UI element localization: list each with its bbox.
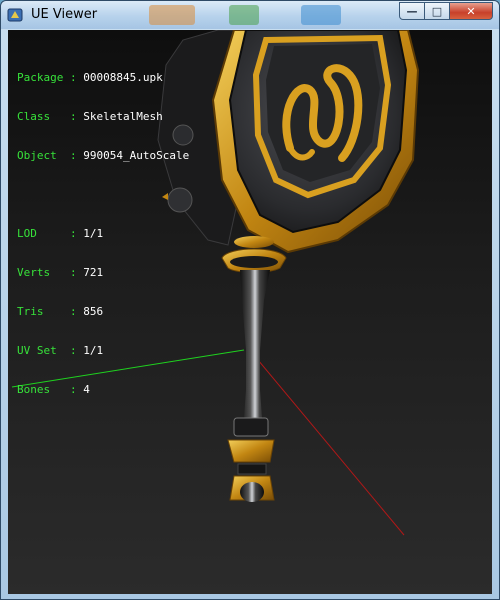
- minimize-button[interactable]: —: [399, 2, 425, 20]
- info-row-object: Object : 990054_AutoScale: [17, 149, 189, 162]
- info-label: Object: [17, 149, 64, 162]
- info-row-tris: Tris : 856: [17, 305, 189, 318]
- hammer-shaft: [240, 270, 270, 418]
- minimize-icon: —: [406, 4, 418, 18]
- info-separator: :: [63, 110, 84, 123]
- info-row-lod: LOD : 1/1: [17, 227, 189, 240]
- info-label: LOD: [17, 227, 64, 240]
- title-bar[interactable]: UE Viewer — □ ✕: [1, 1, 499, 29]
- info-row-verts: Verts : 721: [17, 266, 189, 279]
- hammer-head: [157, 30, 420, 254]
- maximize-button[interactable]: □: [425, 2, 450, 20]
- info-value: 990054_AutoScale: [83, 149, 190, 162]
- info-label: Class: [17, 110, 64, 123]
- info-separator: :: [63, 266, 84, 279]
- info-separator: :: [63, 227, 84, 240]
- info-row-package: Package : 00008845.upk: [17, 71, 189, 84]
- info-value: 721: [83, 266, 104, 279]
- info-label: UV Set: [17, 344, 64, 357]
- info-value: 856: [83, 305, 104, 318]
- info-separator: :: [63, 344, 84, 357]
- info-value: 00008845.upk: [83, 71, 163, 84]
- maximize-icon: □: [431, 4, 443, 18]
- hammer-pommel: [227, 417, 275, 502]
- info-separator: :: [63, 383, 84, 396]
- close-button[interactable]: ✕: [450, 2, 493, 20]
- info-row-bones: Bones : 4: [17, 383, 189, 396]
- blurred-background-icon: [301, 5, 341, 25]
- app-icon: [7, 8, 23, 22]
- info-separator: :: [63, 71, 84, 84]
- info-value: 1/1: [83, 344, 104, 357]
- mesh-info-overlay: Package : 00008845.upk Class : SkeletalM…: [17, 45, 189, 422]
- blurred-background-icon: [229, 5, 259, 25]
- blurred-background-icon: [149, 5, 195, 25]
- window-title: UE Viewer: [31, 7, 98, 22]
- info-row-uvset: UV Set : 1/1: [17, 344, 189, 357]
- info-value: SkeletalMesh: [83, 110, 163, 123]
- info-label: Tris: [17, 305, 64, 318]
- 3d-viewport[interactable]: Package : 00008845.upk Class : SkeletalM…: [8, 30, 492, 594]
- info-value: 4: [83, 383, 90, 396]
- info-label: Verts: [17, 266, 64, 279]
- info-label: Bones: [17, 383, 64, 396]
- info-separator: :: [63, 149, 84, 162]
- info-row-class: Class : SkeletalMesh: [17, 110, 189, 123]
- info-label: Package: [17, 71, 64, 84]
- info-value: 1/1: [83, 227, 104, 240]
- info-separator: :: [63, 305, 84, 318]
- close-icon: ✕: [466, 4, 476, 18]
- app-window: UE Viewer — □ ✕ Package: 00008845.upk C…: [0, 0, 500, 600]
